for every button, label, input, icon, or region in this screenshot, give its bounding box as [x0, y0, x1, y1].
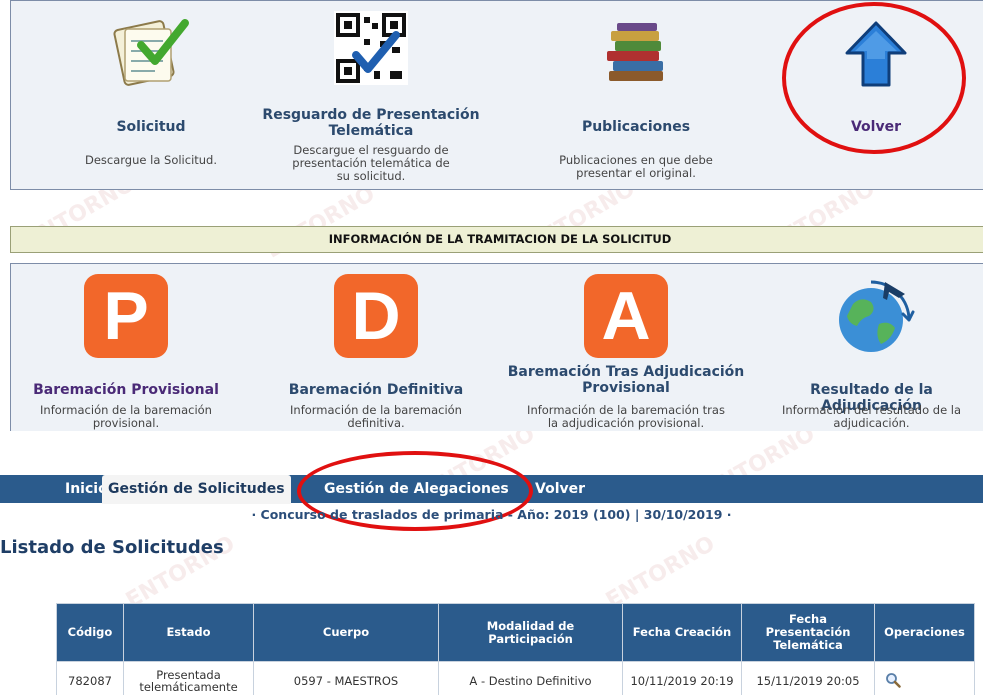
cell-fecha-creacion: 10/11/2019 20:19: [622, 661, 742, 695]
col-codigo[interactable]: Código: [56, 603, 124, 662]
baremacion-tras-adjudicacion-desc: Información de la baremación tras la adj…: [527, 403, 725, 430]
publicaciones-card[interactable]: Publicaciones Publicaciones en que debe …: [531, 11, 741, 181]
letter-p-icon: P: [84, 274, 168, 358]
volver-card[interactable]: Volver: [781, 11, 971, 135]
baremacion-definitiva-desc: Información de la baremación definitiva.: [290, 403, 462, 430]
solicitud-title: Solicitud: [116, 119, 186, 135]
baremacion-provisional-card[interactable]: P Baremación Provisional Información de …: [21, 274, 231, 432]
baremacion-definitiva-title: Baremación Definitiva: [288, 382, 464, 398]
cell-estado: Presentada telemáticamente: [123, 661, 254, 695]
col-fecha-creacion[interactable]: Fecha Creación: [622, 603, 742, 662]
publicaciones-title: Publicaciones: [581, 119, 691, 135]
main-nav: Inicio Gestión de Solicitudes Gestión de…: [0, 475, 983, 504]
up-arrow-icon: [845, 21, 907, 87]
documents-panel: Solicitud Descargue la Solicitud. Resgua…: [10, 0, 983, 190]
form-checklist-icon: [113, 19, 189, 86]
solicitud-card[interactable]: Solicitud Descargue la Solicitud.: [51, 11, 251, 181]
resguardo-card[interactable]: Resguardo de Presentación Telemática Des…: [256, 11, 486, 187]
books-icon: [607, 23, 663, 81]
baremacion-provisional-desc: Información de la baremación provisional…: [40, 403, 212, 430]
convocatoria-info: · Concurso de traslados de primaria - Añ…: [251, 507, 732, 522]
nav-gestion-alegaciones[interactable]: Gestión de Alegaciones: [324, 475, 509, 503]
cell-codigo: 782087: [56, 661, 124, 695]
table-row: 782087 Presentada telemáticamente 0597 -…: [56, 661, 975, 695]
letter-a-icon: A: [584, 274, 668, 358]
solicitud-desc: Descargue la Solicitud.: [84, 153, 218, 167]
col-operaciones: Operaciones: [874, 603, 975, 662]
nav-volver[interactable]: Volver: [535, 475, 585, 503]
page-title: Listado de Solicitudes: [0, 537, 224, 558]
baremacion-tras-adjudicacion-title: Baremación Tras Adjudicación Provisional: [507, 364, 745, 396]
baremacion-tras-adjudicacion-card[interactable]: A Baremación Tras Adjudicación Provision…: [501, 274, 751, 432]
info-bar: INFORMACIÓN DE LA TRAMITACION DE LA SOLI…: [10, 226, 983, 253]
col-estado[interactable]: Estado: [123, 603, 254, 662]
resguardo-desc: Descargue el resguardo de presentación t…: [292, 143, 450, 183]
col-cuerpo[interactable]: Cuerpo: [253, 603, 439, 662]
qr-code-icon: [334, 11, 408, 85]
tramitacion-panel: P Baremación Provisional Información de …: [10, 263, 983, 431]
resguardo-title: Resguardo de Presentación Telemática: [262, 107, 480, 139]
magnifier-icon[interactable]: [885, 672, 901, 688]
col-modalidad[interactable]: Modalidad de Participación: [438, 603, 623, 662]
volver-title: Volver: [850, 119, 901, 135]
col-fecha-presentacion[interactable]: Fecha Presentación Telemática: [741, 603, 875, 662]
cell-cuerpo: 0597 - MAESTROS: [253, 661, 439, 695]
resultado-adjudicacion-desc: Información del resultado de la adjudica…: [781, 403, 962, 430]
solicitudes-table: Código Estado Cuerpo Modalidad de Partic…: [56, 603, 975, 695]
resultado-adjudicacion-card[interactable]: Resultado de la Adjudicación Información…: [759, 274, 983, 432]
cell-modalidad: A - Destino Definitivo: [438, 661, 623, 695]
letter-d-icon: D: [334, 274, 418, 358]
globe-plane-icon: [839, 280, 915, 352]
cell-operaciones: [874, 661, 975, 695]
cell-fecha-presentacion: 15/11/2019 20:05: [741, 661, 875, 695]
baremacion-definitiva-card[interactable]: D Baremación Definitiva Información de l…: [271, 274, 481, 432]
table-header-row: Código Estado Cuerpo Modalidad de Partic…: [56, 603, 975, 662]
watermark: ENTORNO: [601, 531, 720, 614]
publicaciones-desc: Publicaciones en que debe presentar el o…: [559, 153, 713, 180]
nav-gestion-solicitudes[interactable]: Gestión de Solicitudes: [102, 475, 291, 504]
baremacion-provisional-title: Baremación Provisional: [33, 382, 219, 398]
